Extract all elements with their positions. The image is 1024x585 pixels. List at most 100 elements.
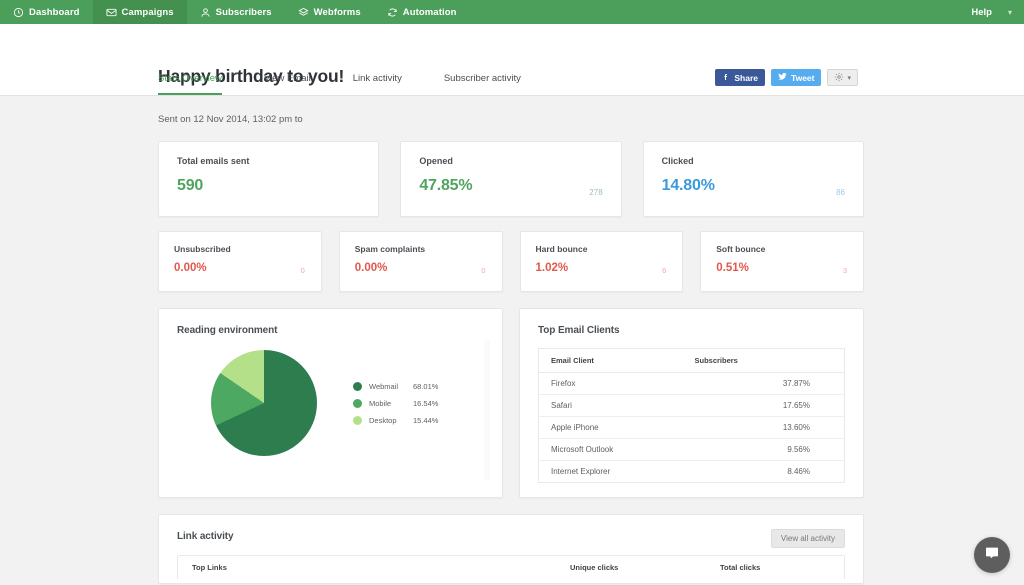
tab-view-email[interactable]: View Email	[264, 73, 311, 95]
chevron-down-icon[interactable]: ▾	[1008, 8, 1024, 17]
cell-email-client: Internet Explorer	[551, 467, 611, 476]
table-row: Microsoft Outlook 9.56%	[538, 438, 845, 461]
stat-count: 0	[481, 266, 486, 275]
twitter-tweet-button[interactable]: Tweet	[771, 69, 822, 86]
link-activity-row: Link activity View all activity Top Link…	[158, 514, 864, 584]
cell-email-client: Firefox	[538, 372, 695, 395]
settings-dropdown-button[interactable]: ▾	[827, 69, 858, 86]
layers-icon	[298, 7, 309, 18]
stat-value: 14.80%	[661, 177, 715, 194]
legend-label: Webmail	[369, 381, 399, 391]
facebook-share-button[interactable]: Share	[715, 69, 766, 86]
column-header-subscribers: Subscribers	[694, 348, 845, 373]
card-title: Top Email Clients	[538, 325, 620, 336]
column-header-total-clicks: Total clicks	[720, 563, 761, 572]
top-email-clients-card: Top Email Clients Email Client Subscribe…	[519, 308, 864, 498]
stat-count: 0	[300, 266, 305, 275]
nav-item-webforms[interactable]: Webforms	[285, 0, 374, 24]
cell-subscribers: 8.46%	[787, 467, 810, 476]
person-icon	[200, 7, 211, 18]
nav-item-automation[interactable]: Automation	[374, 0, 470, 24]
card-scrollbar[interactable]	[484, 339, 490, 481]
legend-value: 15.44%	[413, 415, 439, 425]
stat-card-opened: Opened 47.85% 278	[400, 141, 622, 217]
stat-count: 3	[842, 266, 847, 275]
card-scrollbar-thumb[interactable]	[484, 339, 490, 481]
main-content: Sent on 12 Nov 2014, 13:02 pm to Total e…	[0, 114, 1024, 584]
card-title: Link activity	[177, 531, 234, 542]
reading-environment-card: Reading environment Webmail 68.01% Mobil…	[158, 308, 503, 498]
gear-icon	[834, 72, 844, 84]
stat-label: Clicked	[661, 156, 694, 166]
tab-subscriber-activity[interactable]: Subscriber activity	[444, 73, 521, 95]
primary-stats-row: Total emails sent 590 Opened 47.85% 278 …	[158, 141, 864, 217]
cell-subscribers: 17.65%	[694, 394, 845, 417]
column-header-top-links: Top Links	[192, 563, 227, 572]
pie-chart-area: Webmail 68.01% Mobile 16.54% Desktop 15.…	[177, 350, 484, 456]
nav-item-label: Webforms	[313, 6, 361, 18]
cell-subscribers: 9.56%	[694, 438, 845, 461]
cell-email-client: Apple iPhone	[538, 416, 695, 439]
stat-count: 6	[662, 266, 667, 275]
stat-label: Total emails sent	[177, 156, 250, 166]
card-title: Reading environment	[177, 325, 278, 336]
charts-row: Reading environment Webmail 68.01% Mobil…	[158, 308, 864, 498]
stat-card-total-emails-sent: Total emails sent 590	[158, 141, 380, 217]
legend-item-webmail: Webmail 68.01%	[353, 381, 439, 391]
nav-help-link[interactable]: Help	[955, 7, 1008, 18]
cell-email-client: Microsoft Outlook	[538, 438, 695, 461]
stat-card-unsubscribed: Unsubscribed 0.00% 0	[158, 231, 322, 292]
stat-label: Spam complaints	[354, 244, 426, 254]
stat-value: 1.02%	[535, 262, 569, 274]
stat-label: Unsubscribed	[174, 244, 231, 254]
table-row: Apple iPhone 13.60%	[538, 416, 845, 439]
envelope-icon	[105, 7, 117, 18]
stat-count: 278	[589, 188, 603, 197]
stat-card-soft-bounce: Soft bounce 0.51% 3	[700, 231, 864, 292]
stat-card-hard-bounce: Hard bounce 1.02% 6	[519, 231, 684, 292]
legend-item-mobile: Mobile 16.54%	[353, 398, 439, 408]
legend-color-swatch	[353, 415, 362, 425]
legend-color-swatch	[353, 381, 362, 391]
stat-card-spam-complaints: Spam complaints 0.00% 0	[338, 231, 503, 292]
chat-bubble-icon	[984, 545, 1000, 566]
stat-count: 86	[836, 188, 845, 197]
stat-card-clicked: Clicked 14.80% 86	[642, 141, 864, 217]
sent-info-text: Sent on 12 Nov 2014, 13:02 pm to	[158, 114, 303, 125]
stat-label: Soft bounce	[716, 244, 766, 254]
nav-item-campaigns[interactable]: Campaigns	[92, 0, 187, 24]
table-row: Internet Explorer 8.46%	[539, 461, 845, 483]
tab-stats-overview[interactable]: Stats Overview	[158, 73, 222, 95]
nav-item-dashboard[interactable]: Dashboard	[0, 0, 93, 24]
intercom-chat-launcher[interactable]	[974, 537, 1010, 573]
nav-item-subscribers[interactable]: Subscribers	[187, 0, 285, 24]
table-row: Safari 17.65%	[538, 394, 845, 417]
twitter-tweet-label: Tweet	[791, 72, 815, 83]
link-activity-card: Link activity View all activity Top Link…	[158, 514, 864, 584]
stat-value: 0.00%	[174, 262, 207, 274]
stat-value: 47.85%	[419, 177, 473, 194]
chevron-down-icon: ▾	[847, 74, 851, 82]
table-row: Firefox 37.87%	[538, 372, 845, 395]
pie-chart-legend: Webmail 68.01% Mobile 16.54% Desktop 15.…	[353, 381, 439, 425]
legend-color-swatch	[353, 398, 362, 408]
view-all-activity-button[interactable]: View all activity	[770, 529, 845, 548]
page-header: Happy birthday to you! Share Tweet ▾ Sta…	[0, 24, 1024, 96]
stat-label: Opened	[419, 156, 453, 166]
page-tabs: Stats Overview View Email Link activity …	[158, 73, 563, 95]
stat-value: 0.51%	[716, 262, 749, 274]
nav-right-group: Help ▾	[955, 0, 1024, 24]
legend-label: Mobile	[369, 398, 392, 408]
legend-value: 16.54%	[413, 398, 439, 408]
legend-label: Desktop	[369, 415, 397, 425]
reading-environment-pie-chart	[211, 350, 317, 456]
email-clients-table: Email Client Subscribers Firefox 37.87% …	[538, 348, 845, 483]
nav-item-label: Automation	[402, 6, 457, 18]
stat-label: Hard bounce	[535, 244, 588, 254]
legend-value: 68.01%	[413, 381, 439, 391]
cell-subscribers: 13.60%	[694, 416, 845, 439]
secondary-stats-row: Unsubscribed 0.00% 0 Spam complaints 0.0…	[158, 231, 864, 292]
tab-link-activity[interactable]: Link activity	[353, 73, 402, 95]
stat-value: 590	[177, 177, 204, 194]
refresh-icon	[387, 7, 398, 18]
